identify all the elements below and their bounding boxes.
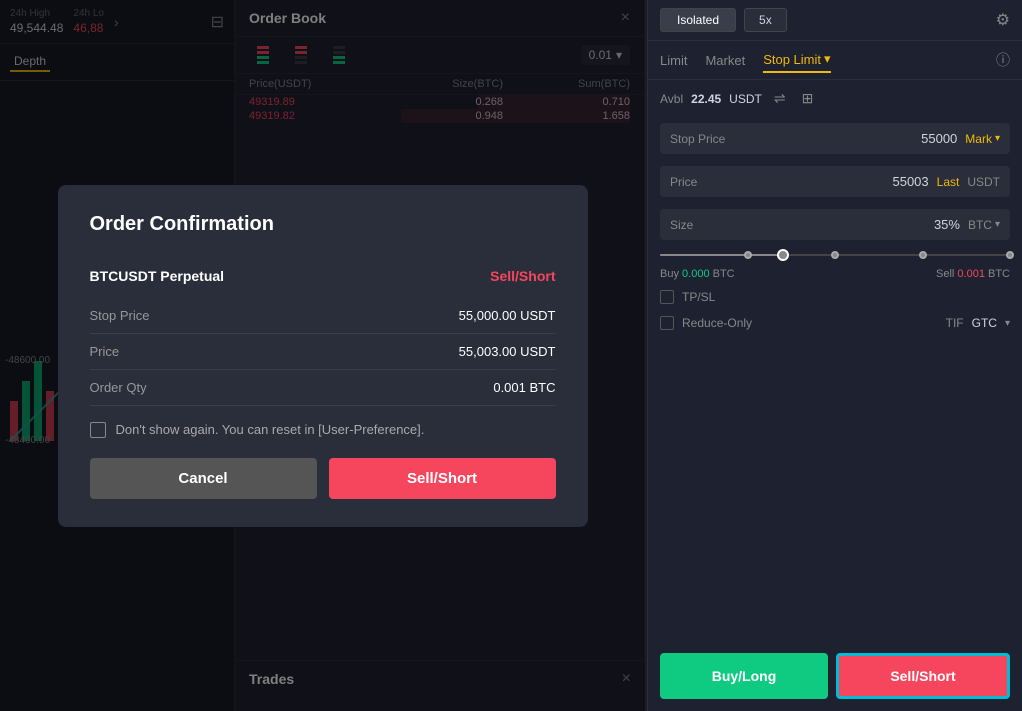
slider-track[interactable] xyxy=(660,254,1010,256)
price-tag: Last xyxy=(937,175,960,189)
size-label: Size xyxy=(670,218,735,232)
order-info-icon[interactable]: ⓘ xyxy=(996,50,1010,70)
sell-label: Sell xyxy=(936,268,954,280)
stop-price-value: 55000 xyxy=(743,131,957,146)
price-input[interactable]: Price 55003 Last USDT xyxy=(660,166,1010,197)
price-value: 55003 xyxy=(743,174,929,189)
modal-price-value: 55,003.00 USDT xyxy=(459,344,556,359)
reduce-only-checkbox[interactable] xyxy=(660,316,674,330)
modal-checkbox-text: Don't show again. You can reset in [User… xyxy=(116,422,425,437)
tab-market[interactable]: Market xyxy=(705,49,745,72)
size-input[interactable]: Size 35% BTC ▾ xyxy=(660,209,1010,240)
sell-unit: BTC xyxy=(988,268,1010,280)
modal-contract-row: BTCUSDT Perpetual Sell/Short xyxy=(90,258,556,294)
stop-price-label: Stop Price xyxy=(670,132,735,146)
tif-caret: ▾ xyxy=(1005,318,1010,329)
tpsl-checkbox[interactable] xyxy=(660,290,674,304)
tab-stop-limit-caret: ▾ xyxy=(824,51,831,67)
calc-icon-button[interactable]: ⊞ xyxy=(798,88,818,109)
order-tabs: Limit Market Stop Limit ▾ ⓘ xyxy=(648,41,1022,80)
modal-dont-show-checkbox[interactable] xyxy=(90,422,106,438)
tif-label: TIF xyxy=(946,316,964,330)
modal-side: Sell/Short xyxy=(490,268,555,284)
buy-long-button[interactable]: Buy/Long xyxy=(660,653,828,699)
tif-value[interactable]: GTC xyxy=(972,316,997,330)
avbl-row: Avbl 22.45 USDT ⇌ ⊞ xyxy=(648,80,1022,117)
modal-overlay: Order Confirmation BTCUSDT Perpetual Sel… xyxy=(0,0,645,711)
buy-value: 0.000 xyxy=(682,268,710,280)
price-unit: USDT xyxy=(967,175,1000,189)
settings-icon-button[interactable]: ⚙ xyxy=(996,10,1010,30)
modal-confirm-button[interactable]: Sell/Short xyxy=(329,458,556,499)
order-confirmation-modal: Order Confirmation BTCUSDT Perpetual Sel… xyxy=(58,185,588,527)
tab-limit[interactable]: Limit xyxy=(660,49,687,72)
modal-qty-value: 0.001 BTC xyxy=(493,380,555,395)
modal-cancel-button[interactable]: Cancel xyxy=(90,458,317,499)
sell-value: 0.001 xyxy=(957,268,985,280)
size-unit-tag[interactable]: BTC ▾ xyxy=(968,218,1000,232)
tab-stop-limit-label: Stop Limit xyxy=(763,52,821,67)
stop-price-input[interactable]: Stop Price 55000 Mark ▾ xyxy=(660,123,1010,154)
buy-unit: BTC xyxy=(713,268,735,280)
tab-stop-limit[interactable]: Stop Limit ▾ xyxy=(763,47,830,73)
tpsl-label: TP/SL xyxy=(682,290,715,304)
right-panel: Isolated 5x ⚙ Limit Market Stop Limit ▾ … xyxy=(647,0,1022,711)
tpsl-checkbox-row[interactable]: TP/SL xyxy=(648,284,1022,310)
avbl-label: Avbl xyxy=(660,92,683,106)
margin-bar: Isolated 5x ⚙ xyxy=(648,0,1022,41)
buy-sell-info: Buy 0.000 BTC Sell 0.001 BTC xyxy=(648,264,1022,284)
modal-checkbox-row[interactable]: Don't show again. You can reset in [User… xyxy=(90,406,556,458)
reduce-only-label: Reduce-Only xyxy=(682,316,752,330)
isolated-button[interactable]: Isolated xyxy=(660,8,736,32)
sell-short-button[interactable]: Sell/Short xyxy=(836,653,1010,699)
price-label: Price xyxy=(670,175,735,189)
buy-info: Buy 0.000 BTC xyxy=(660,268,735,280)
modal-actions: Cancel Sell/Short xyxy=(90,458,556,499)
modal-contract: BTCUSDT Perpetual xyxy=(90,268,225,284)
avbl-value: 22.45 xyxy=(691,92,721,106)
modal-title: Order Confirmation xyxy=(90,213,556,236)
sell-info: Sell 0.001 BTC xyxy=(936,268,1010,280)
size-value: 35% xyxy=(743,217,960,232)
stop-price-tag[interactable]: Mark ▾ xyxy=(965,132,1000,146)
modal-qty-row: Order Qty 0.001 BTC xyxy=(90,370,556,406)
transfer-icon-button[interactable]: ⇌ xyxy=(770,88,790,109)
slider-row xyxy=(648,246,1022,264)
reduce-only-row: Reduce-Only TIF GTC ▾ xyxy=(648,310,1022,336)
modal-stop-price-value: 55,000.00 USDT xyxy=(459,308,556,323)
avbl-unit: USDT xyxy=(729,92,762,106)
action-buttons: Buy/Long Sell/Short xyxy=(648,641,1022,711)
modal-stop-price-row: Stop Price 55,000.00 USDT xyxy=(90,298,556,334)
modal-stop-price-label: Stop Price xyxy=(90,308,150,323)
leverage-button[interactable]: 5x xyxy=(744,8,787,32)
buy-label: Buy xyxy=(660,268,679,280)
modal-price-row: Price 55,003.00 USDT xyxy=(90,334,556,370)
modal-qty-label: Order Qty xyxy=(90,380,147,395)
modal-price-label: Price xyxy=(90,344,120,359)
